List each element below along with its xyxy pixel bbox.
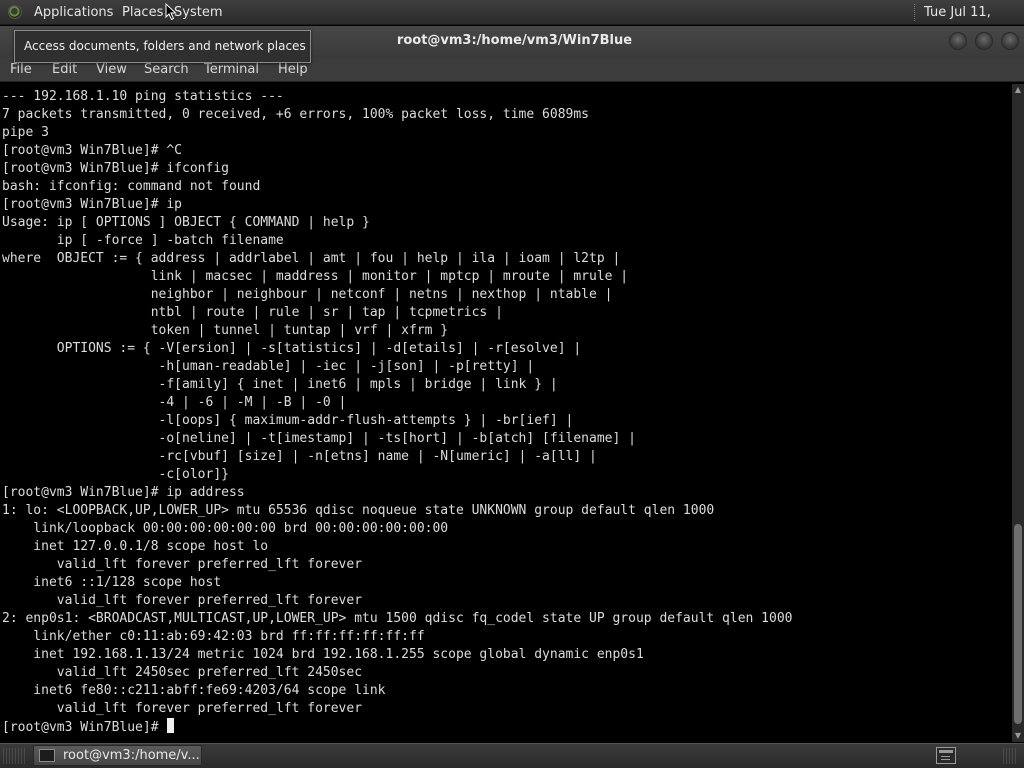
terminal-line: --- 192.168.1.10 ping statistics ---: [2, 89, 284, 104]
terminal-line: inet6 fe80::c211:abff:fe69:4203/64 scope…: [2, 683, 386, 698]
taskbar-terminal-button[interactable]: root@vm3:/home/v...: [33, 745, 202, 766]
terminal-line: where OBJECT := { address | addrlabel | …: [2, 251, 621, 266]
terminal-line: 7 packets transmitted, 0 received, +6 er…: [2, 107, 589, 122]
text-cursor: [167, 718, 175, 733]
scroll-down-arrow-icon[interactable]: ▼: [1012, 730, 1024, 742]
scrollbar-thumb[interactable]: [1014, 524, 1022, 724]
distro-logo-icon[interactable]: [8, 5, 22, 19]
terminal-line: inet 192.168.1.13/24 metric 1024 brd 192…: [2, 647, 644, 662]
terminal-line: valid_lft 2450sec preferred_lft 2450sec: [2, 665, 363, 680]
close-button[interactable]: [1001, 32, 1019, 50]
terminal-line: inet6 ::1/128 scope host: [2, 575, 222, 590]
terminal-line: OPTIONS := { -V[ersion] | -s[tatistics] …: [2, 341, 582, 356]
clock[interactable]: Tue Jul 11, 04:28: [924, 0, 1024, 45]
terminal-line: Usage: ip [ OPTIONS ] OBJECT { COMMAND |…: [2, 215, 370, 230]
bottom-panel: root@vm3:/home/v...: [0, 743, 1024, 768]
terminal-line: inet 127.0.0.1/8 scope host lo: [2, 539, 269, 554]
places-tooltip: Access documents, folders and network pl…: [14, 30, 311, 63]
terminal-line: -rc[vbuf] [size] | -n[etns] name | -N[um…: [2, 449, 597, 464]
terminal-line: -c[olor]}: [2, 467, 229, 482]
terminal-prompt: [root@vm3 Win7Blue]#: [2, 720, 167, 735]
minimize-button[interactable]: [949, 32, 967, 50]
terminal-line: 1: lo: <LOOPBACK,UP,LOWER_UP> mtu 65536 …: [2, 503, 715, 518]
terminal-line: link | macsec | maddress | monitor | mpt…: [2, 269, 629, 284]
workspace-switcher-icon[interactable]: [936, 747, 956, 764]
menu-applications[interactable]: Applications: [34, 0, 113, 25]
terminal-line: -l[oops] { maximum-addr-flush-attempts }…: [2, 413, 574, 428]
terminal-scrollbar[interactable]: ▲ ▼: [1012, 84, 1024, 742]
terminal-line: bash: ifconfig: command not found: [2, 179, 261, 194]
terminal-line: link/loopback 00:00:00:00:00:00 brd 00:0…: [2, 521, 449, 536]
scroll-up-arrow-icon[interactable]: ▲: [1012, 84, 1024, 96]
terminal-line: -f[amily] { inet | inet6 | mpls | bridge…: [2, 377, 558, 392]
terminal-line: neighbor | neighbour | netconf | netns |…: [2, 287, 613, 302]
terminal-line: -h[uman-readable] | -iec | -j[son] | -p[…: [2, 359, 535, 374]
terminal-line: -4 | -6 | -M | -B | -0 |: [2, 395, 347, 410]
terminal-prompt-line[interactable]: [root@vm3 Win7Blue]#: [2, 718, 793, 736]
terminal-line: valid_lft forever preferred_lft forever: [2, 557, 363, 572]
panel-separator: [914, 4, 917, 21]
menu-places[interactable]: Places: [122, 0, 163, 25]
taskbar-button-label: root@vm3:/home/v...: [63, 748, 200, 763]
terminal-line: link/ether c0:11:ab:69:42:03 brd ff:ff:f…: [2, 629, 425, 644]
terminal-line: pipe 3: [2, 125, 49, 140]
terminal-output[interactable]: --- 192.168.1.10 ping statistics --- 7 pa…: [0, 84, 1012, 742]
terminal-line: valid_lft forever preferred_lft forever: [2, 701, 363, 716]
terminal-line: [root@vm3 Win7Blue]# ifconfig: [2, 161, 229, 176]
terminal-line: [root@vm3 Win7Blue]# ip: [2, 197, 183, 212]
terminal-lines: --- 192.168.1.10 ping statistics --- 7 pa…: [2, 88, 793, 736]
panel-grip: [3, 748, 25, 764]
terminal-line: [root@vm3 Win7Blue]# ip address: [2, 485, 245, 500]
terminal-line: valid_lft forever preferred_lft forever: [2, 593, 363, 608]
top-panel: Applications Places System Tue Jul 11, 0…: [0, 0, 1024, 45]
terminal-line: -o[neline] | -t[imestamp] | -ts[hort] | …: [2, 431, 636, 446]
maximize-button[interactable]: [975, 32, 993, 50]
menu-system[interactable]: System: [174, 0, 222, 25]
terminal-line: token | tunnel | tuntap | vrf | xfrm }: [2, 323, 449, 338]
terminal-line: ip [ -force ] -batch filename: [2, 233, 284, 248]
mouse-pointer-icon: [165, 3, 177, 21]
terminal-line: 2: enp0s1: <BROADCAST,MULTICAST,UP,LOWER…: [2, 611, 793, 626]
terminal-line: ntbl | route | rule | sr | tap | tcpmetr…: [2, 305, 503, 320]
terminal-line: [root@vm3 Win7Blue]# ^C: [2, 143, 183, 158]
terminal-icon: [39, 749, 55, 762]
panel-grip-right: [1003, 748, 1017, 764]
